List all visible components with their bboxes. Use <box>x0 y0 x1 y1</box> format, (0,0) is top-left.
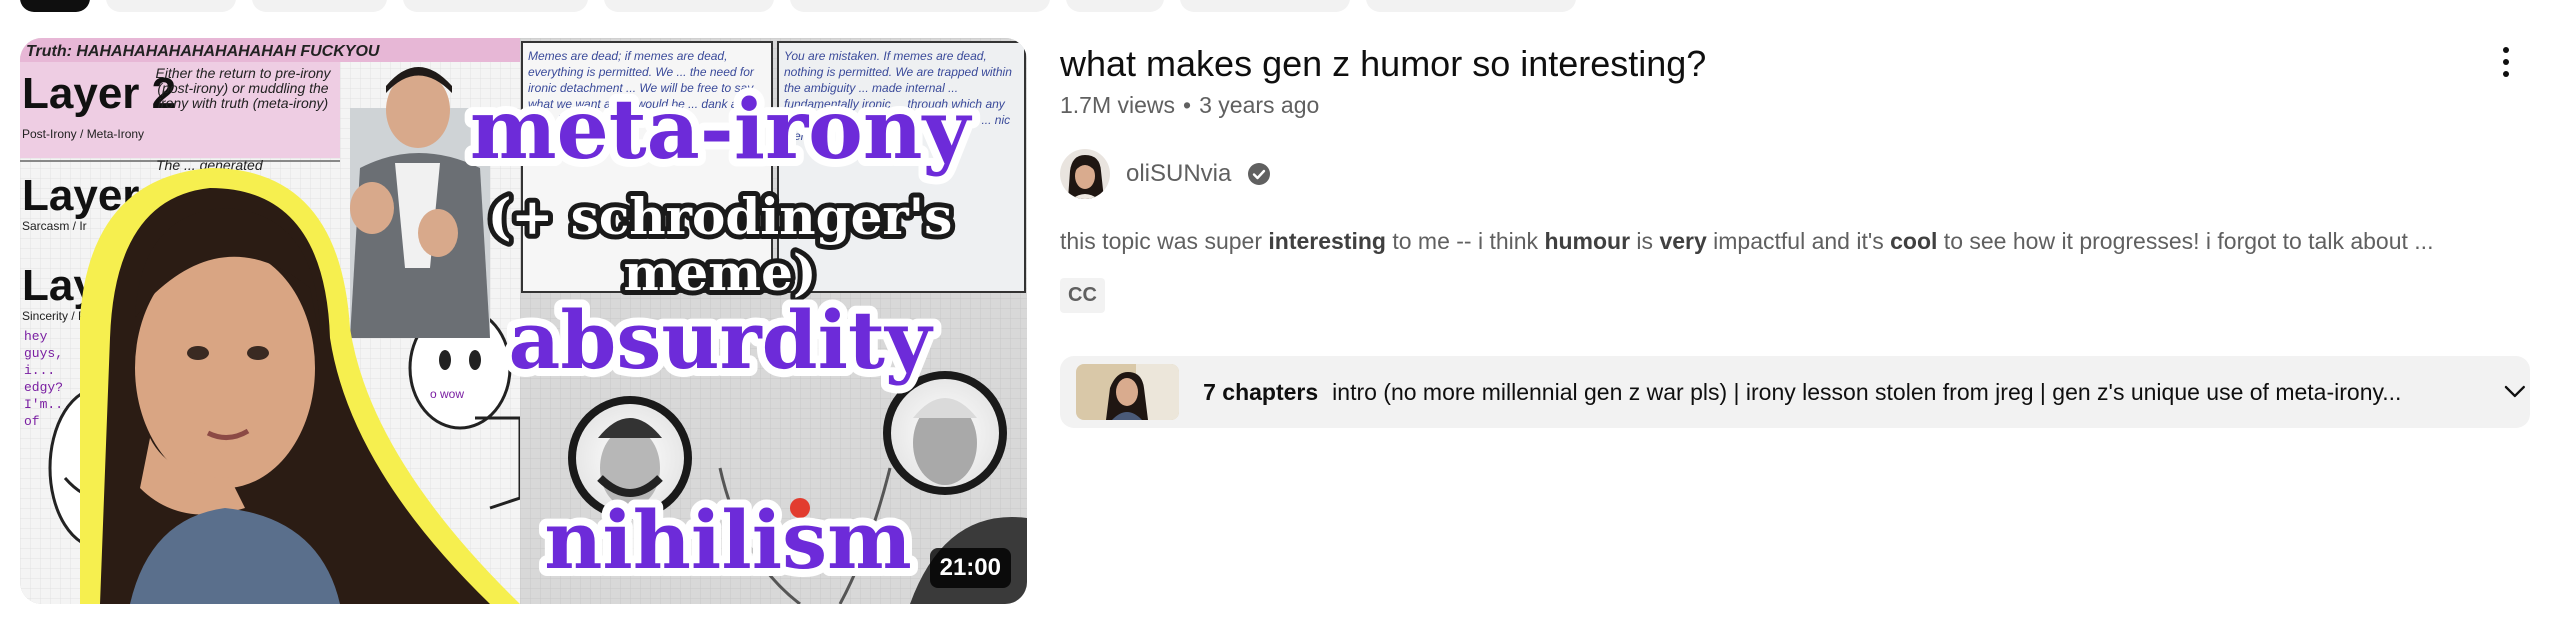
thumb-text-layer2-side: Post-Irony / Meta-Irony <box>22 127 144 141</box>
more-vert-icon[interactable] <box>2482 38 2530 86</box>
desc-highlight: interesting <box>1268 228 1386 254</box>
filter-chip[interactable] <box>790 0 1050 12</box>
thumb-title-absurdity: absurdity <box>509 293 934 387</box>
channel-info[interactable]: oliSUNvia <box>1060 148 1271 200</box>
desc-part: to see how it progresses! i forgot to ta… <box>1937 228 2434 254</box>
filter-chip[interactable] <box>1180 0 1350 12</box>
video-result: Truth: HAHAHAHAHAHAHAHAHAH FUCKYOU Layer… <box>20 38 2530 604</box>
thumbnail-artwork: Truth: HAHAHAHAHAHAHAHAHAH FUCKYOU Layer… <box>20 38 1027 604</box>
upload-age: 3 years ago <box>1199 92 1320 118</box>
channel-avatar[interactable] <box>1060 149 1110 199</box>
cc-badge: CC <box>1060 278 1105 313</box>
desc-highlight: cool <box>1890 228 1938 254</box>
filter-chip[interactable] <box>1366 0 1576 12</box>
thumb-text-layer2-note: Either the return to pre-irony (post-iro… <box>155 66 331 111</box>
thumb-text-layer1-side: Sarcasm / Ir <box>22 219 87 233</box>
video-title[interactable]: what makes gen z humor so interesting? <box>1060 40 1706 88</box>
filter-chip[interactable] <box>252 0 387 12</box>
video-description-snippet: this topic was super interesting to me -… <box>1060 228 2433 255</box>
filter-chip[interactable] <box>20 0 90 12</box>
duration-badge: 21:00 <box>929 548 1011 588</box>
thumb-text-truth: Truth: HAHAHAHAHAHAHAHAHAH FUCKYOU <box>26 43 380 60</box>
thumb-title-nihilism: nihilism <box>544 493 912 587</box>
filter-chip[interactable] <box>403 0 588 12</box>
channel-name[interactable]: oliSUNvia <box>1126 160 1231 188</box>
chapters-bar[interactable]: 7 chapters intro (no more millennial gen… <box>1060 356 2530 428</box>
video-thumbnail[interactable]: Truth: HAHAHAHAHAHAHAHAHAH FUCKYOU Layer… <box>20 38 1027 604</box>
thumb-text-layer0-side: Sincerity / P <box>22 309 86 323</box>
desc-part: is <box>1630 228 1660 254</box>
thumb-title-meta-irony: meta-irony <box>470 82 973 178</box>
filter-chip[interactable] <box>1066 0 1164 12</box>
thumb-text-wow: o wow <box>430 387 464 401</box>
desc-part: to me -- i think <box>1385 228 1545 254</box>
desc-highlight: very <box>1659 228 1707 254</box>
thumb-title-schrodinger: (+ schrodinger's <box>488 187 952 246</box>
chapters-count: 7 chapters <box>1203 378 1319 405</box>
chapters-list: intro (no more millennial gen z war pls)… <box>1332 378 2402 405</box>
verified-check-icon <box>1248 163 1271 185</box>
chapter-thumbnail <box>1076 364 1180 420</box>
desc-part: this topic was super <box>1060 228 1269 254</box>
chevron-down-icon[interactable] <box>2500 377 2530 407</box>
filter-chip-bar <box>20 0 1576 12</box>
desc-highlight: humour <box>1544 228 1631 254</box>
filter-chip[interactable] <box>106 0 236 12</box>
desc-part: impactful and it's <box>1706 228 1891 254</box>
filter-chip[interactable] <box>604 0 774 12</box>
meta-separator: • <box>1183 92 1192 118</box>
view-count: 1.7M views <box>1060 92 1176 118</box>
video-metadata: 1.7M views • 3 years ago <box>1060 92 1319 119</box>
